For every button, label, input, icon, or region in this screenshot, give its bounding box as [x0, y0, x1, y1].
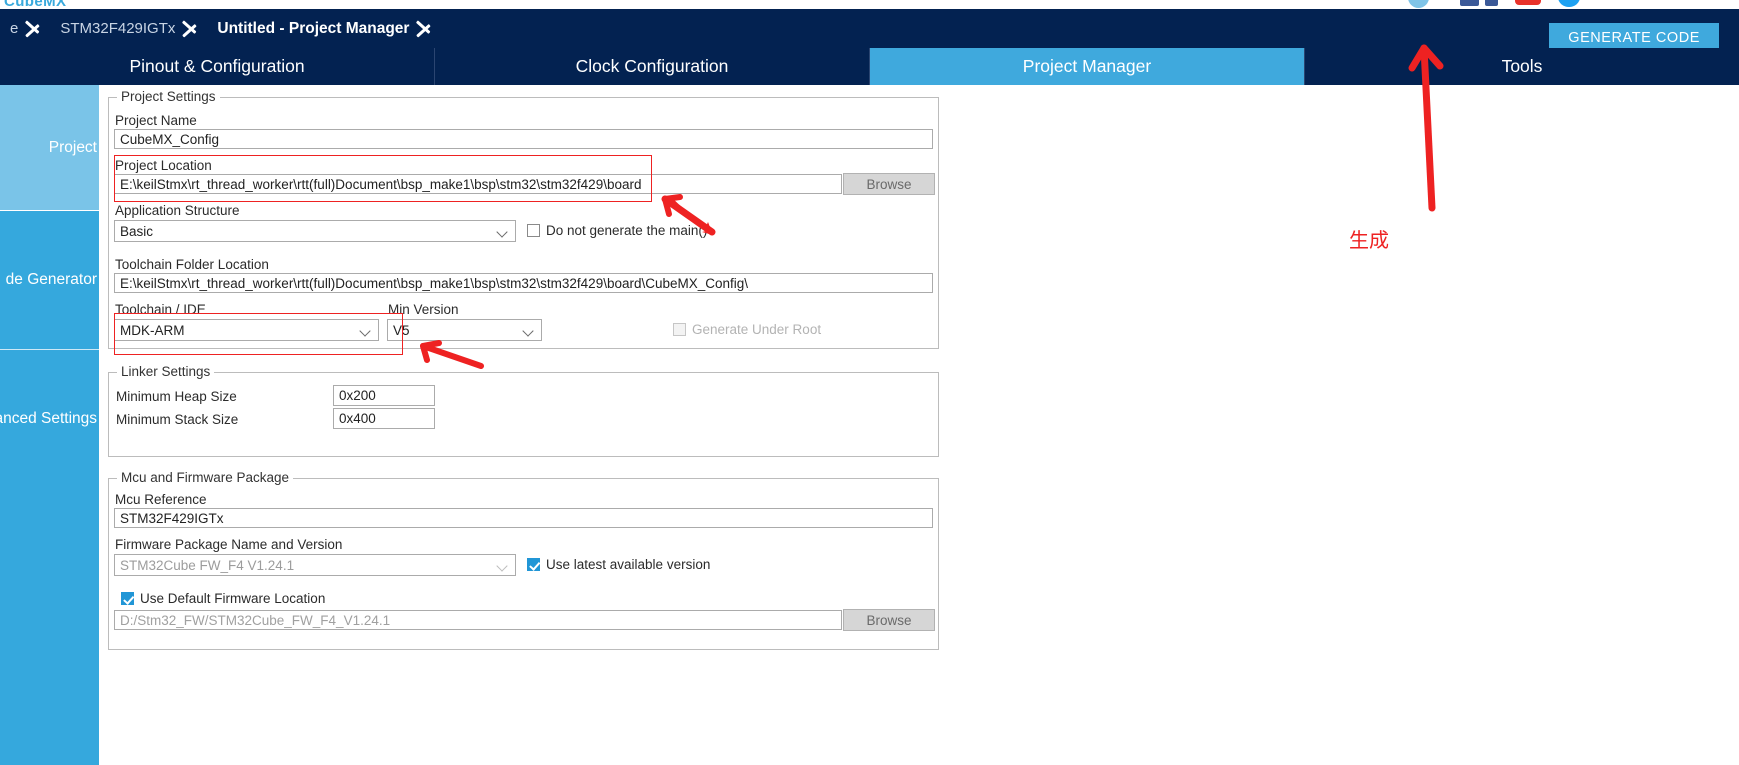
checkbox-box: [121, 592, 134, 605]
chevron-right-icon: [24, 9, 50, 48]
firmware-location-browse-button[interactable]: Browse: [843, 609, 935, 631]
generate-under-root-label: Generate Under Root: [692, 322, 822, 337]
tab-pinout-configuration[interactable]: Pinout & Configuration: [0, 48, 435, 85]
sidebar-filler: [0, 488, 99, 765]
globe-icon[interactable]: [1408, 0, 1429, 8]
min-version-label: Min Version: [388, 302, 459, 317]
generate-under-root-checkbox[interactable]: Generate Under Root: [673, 322, 821, 337]
twitter-icon[interactable]: [1558, 0, 1580, 7]
application-structure-select[interactable]: Basic: [114, 220, 516, 242]
annotation-label-generate: 生成: [1349, 228, 1389, 252]
application-structure-label: Application Structure: [115, 203, 240, 218]
tab-clock-configuration[interactable]: Clock Configuration: [435, 48, 870, 85]
toolchain-ide-value: MDK-ARM: [120, 322, 185, 338]
application-structure-value: Basic: [120, 223, 154, 239]
breadcrumb-item-1[interactable]: STM32F429IGTx: [50, 9, 181, 48]
youtube-icon[interactable]: [1515, 0, 1541, 5]
breadcrumb-bar: e STM32F429IGTx Untitled - Project Manag…: [0, 9, 1739, 52]
checkbox-box: [673, 323, 686, 336]
social-icon-strip: CubeMX: [0, 0, 1739, 9]
project-location-input[interactable]: E:\keilStmx\rt_thread_worker\rtt(full)Do…: [114, 174, 842, 194]
chevron-down-icon: [497, 225, 510, 238]
minimum-stack-size-label: Minimum Stack Size: [116, 412, 239, 427]
tab-project-manager[interactable]: Project Manager: [870, 48, 1305, 85]
firmware-location-input: D:/Stm32_FW/STM32Cube_FW_F4_V1.24.1: [114, 610, 842, 630]
tab-tools[interactable]: Tools: [1305, 48, 1739, 85]
breadcrumb: e STM32F429IGTx Untitled - Project Manag…: [0, 9, 441, 48]
linker-settings-title: Linker Settings: [117, 364, 215, 379]
mcu-firmware-title: Mcu and Firmware Package: [117, 470, 294, 485]
minimum-heap-size-input[interactable]: 0x200: [333, 385, 435, 406]
checkbox-box: [527, 224, 540, 237]
project-manager-panel: Project Settings Project Name CubeMX_Con…: [99, 85, 1739, 765]
use-latest-version-checkbox[interactable]: Use latest available version: [527, 557, 710, 572]
project-settings-title: Project Settings: [117, 89, 220, 104]
facebook-icon[interactable]: [1460, 0, 1479, 6]
toolchain-folder-input[interactable]: E:\keilStmx\rt_thread_worker\rtt(full)Do…: [114, 273, 933, 293]
mcu-reference-input: STM32F429IGTx: [114, 508, 933, 528]
firmware-package-value: STM32Cube FW_F4 V1.24.1: [120, 557, 295, 573]
firmware-package-select[interactable]: STM32Cube FW_F4 V1.24.1: [114, 554, 516, 576]
project-name-input[interactable]: CubeMX_Config: [114, 129, 933, 149]
facebook-icon[interactable]: [1485, 0, 1498, 6]
chevron-down-icon: [497, 559, 510, 572]
sidebar-item-advanced-settings[interactable]: anced Settings: [0, 349, 99, 488]
minimum-stack-size-input[interactable]: 0x400: [333, 408, 435, 429]
sidebar-item-project[interactable]: Project: [0, 85, 99, 210]
breadcrumb-item-0[interactable]: e: [0, 9, 24, 48]
chevron-right-icon: [181, 9, 207, 48]
do-not-generate-main-label: Do not generate the main(): [546, 223, 708, 238]
toolchain-folder-label: Toolchain Folder Location: [115, 257, 269, 272]
project-location-browse-button[interactable]: Browse: [843, 173, 935, 195]
breadcrumb-item-2[interactable]: Untitled - Project Manager: [207, 9, 415, 48]
min-version-select[interactable]: V5: [387, 319, 542, 341]
minimum-heap-size-label: Minimum Heap Size: [116, 389, 237, 404]
mcu-reference-label: Mcu Reference: [115, 492, 207, 507]
chevron-down-icon: [523, 324, 536, 337]
project-name-label: Project Name: [115, 113, 197, 128]
chevron-right-icon: [415, 9, 441, 48]
chevron-down-icon: [360, 324, 373, 337]
toolchain-ide-select[interactable]: MDK-ARM: [114, 319, 379, 341]
firmware-package-label: Firmware Package Name and Version: [115, 537, 343, 552]
use-default-firmware-location-label: Use Default Firmware Location: [140, 591, 326, 606]
checkbox-box: [527, 558, 540, 571]
use-default-firmware-location-checkbox[interactable]: Use Default Firmware Location: [121, 591, 325, 606]
project-location-label: Project Location: [115, 158, 212, 173]
sidebar: Project de Generator anced Settings: [0, 85, 99, 765]
use-latest-version-label: Use latest available version: [546, 557, 711, 572]
do-not-generate-main-checkbox[interactable]: Do not generate the main(): [527, 223, 707, 238]
cubemx-wordmark: CubeMX: [4, 0, 67, 9]
sidebar-item-code-generator[interactable]: de Generator: [0, 210, 99, 349]
toolchain-ide-label: Toolchain / IDE: [115, 302, 206, 317]
main-tabbar: Pinout & Configuration Clock Configurati…: [0, 48, 1739, 85]
min-version-value: V5: [393, 322, 410, 338]
app-window: CubeMX e STM32F429IGTx Untitled - Projec…: [0, 0, 1739, 765]
